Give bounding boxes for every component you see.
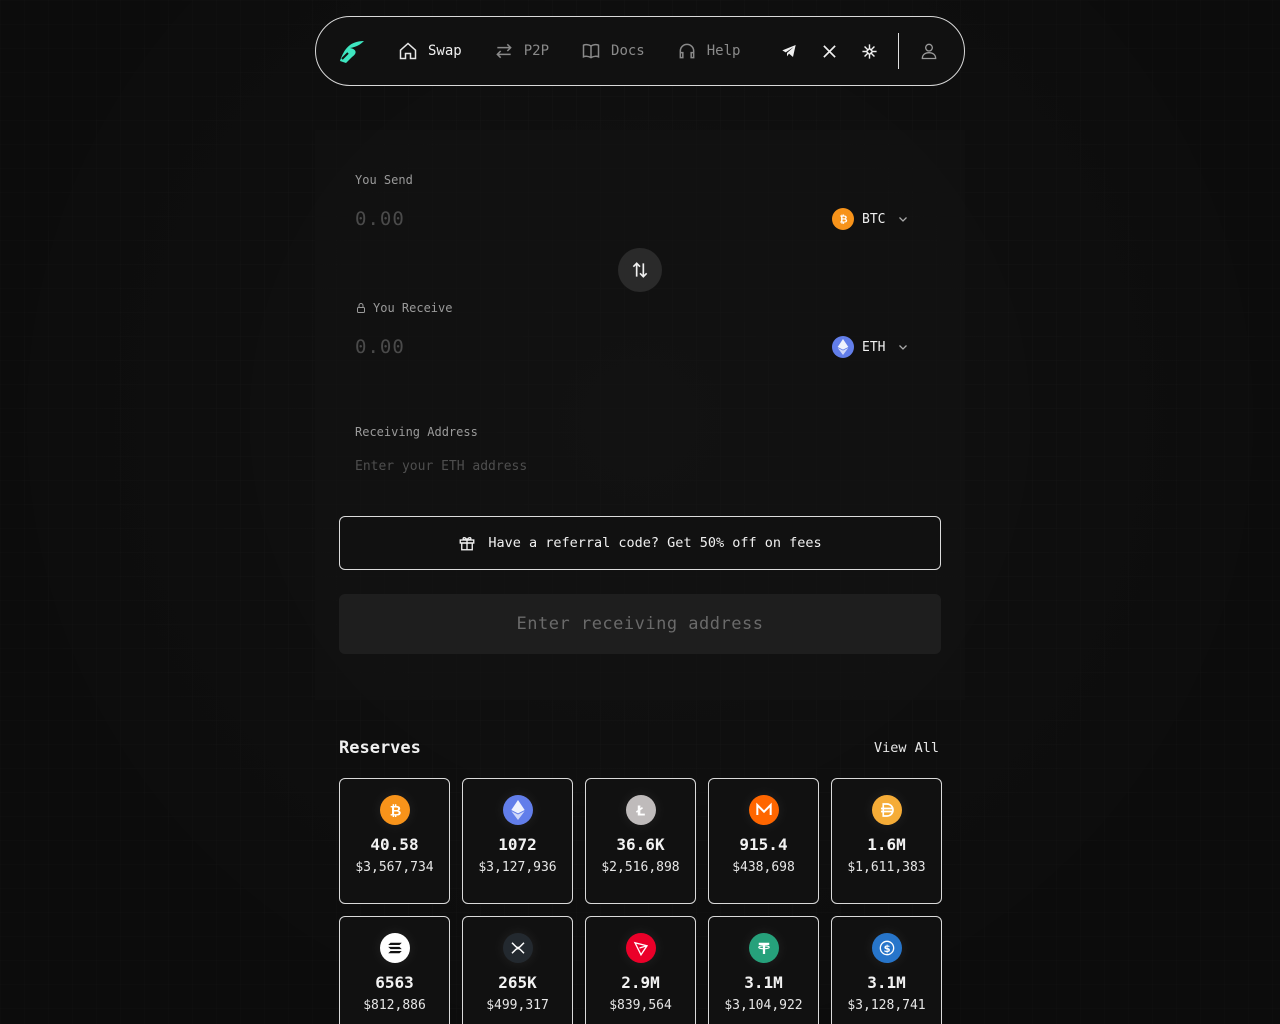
nav-item-help[interactable]: Help — [677, 41, 741, 61]
chevron-down-icon — [899, 345, 908, 350]
bitcoin-icon: ₿ — [379, 795, 410, 825]
reserve-card-xmr[interactable]: 915.4 $438,698 — [708, 778, 819, 904]
swap-direction-button[interactable] — [618, 248, 662, 292]
reserve-amount: 265K — [498, 973, 537, 992]
nav-item-label: Help — [706, 43, 741, 59]
svg-text:$: $ — [883, 944, 890, 955]
reserve-usd: $438,698 — [732, 860, 795, 875]
arrows-exchange-icon — [495, 43, 512, 59]
reserve-card-sol[interactable]: 6563 $812,886 — [339, 916, 450, 1024]
reserve-amount: 1072 — [498, 835, 537, 854]
reserve-usd: $839,564 — [609, 998, 672, 1013]
reserve-card-usdc[interactable]: $ 3.1M $3,128,741 — [831, 916, 942, 1024]
nav-item-swap[interactable]: Swap — [398, 41, 462, 61]
reserve-card-ltc[interactable]: Ł 36.6K $2,516,898 — [585, 778, 696, 904]
reserve-amount: 915.4 — [739, 835, 788, 854]
send-token-symbol: BTC — [862, 211, 886, 227]
reserve-usd: $3,104,922 — [724, 998, 803, 1013]
headset-icon — [679, 43, 695, 59]
nav-item-label: Swap — [428, 43, 462, 59]
user-icon[interactable] — [919, 41, 939, 61]
receiving-address-input[interactable] — [355, 455, 915, 477]
address-label: Receiving Address — [355, 425, 478, 439]
reserve-amount: 6563 — [375, 973, 414, 992]
receive-amount-output: 0.00 — [355, 336, 405, 358]
svg-text:₿: ₿ — [840, 215, 848, 226]
reserve-usd: $2,516,898 — [601, 860, 680, 875]
tron-icon — [625, 933, 656, 963]
reserve-card-usdt[interactable]: 3.1M $3,104,922 — [708, 916, 819, 1024]
chevron-down-icon — [899, 217, 908, 222]
nav-item-docs[interactable]: Docs — [581, 41, 645, 61]
reserve-amount: 2.9M — [621, 973, 660, 992]
reserve-card-dai[interactable]: 1.6M $1,611,383 — [831, 778, 942, 904]
reserve-amount: 40.58 — [370, 835, 419, 854]
ethereum-icon — [832, 336, 854, 358]
reserve-card-eth[interactable]: 1072 $3,127,936 — [462, 778, 573, 904]
litecoin-icon: Ł — [625, 795, 656, 825]
reserve-usd: $1,611,383 — [847, 860, 926, 875]
logo-icon[interactable] — [336, 35, 368, 67]
swap-arrows-icon — [632, 262, 648, 278]
reserve-card-btc[interactable]: ₿ 40.58 $3,567,734 — [339, 778, 450, 904]
lock-icon — [357, 303, 365, 313]
nav-item-p2p[interactable]: P2P — [494, 41, 549, 61]
monero-icon — [748, 795, 779, 825]
svg-text:Ł: Ł — [635, 803, 645, 819]
bitcoin-icon: ₿ — [832, 208, 854, 230]
nav-divider — [898, 33, 900, 69]
reserve-card-xrp[interactable]: 265K $499,317 — [462, 916, 573, 1024]
reserve-amount: 3.1M — [867, 973, 906, 992]
send-amount-input[interactable]: 0.00 — [355, 208, 405, 230]
ethereum-icon — [502, 795, 533, 825]
reserve-card-trx[interactable]: 2.9M $839,564 — [585, 916, 696, 1024]
book-icon — [582, 43, 600, 59]
solana-icon — [379, 933, 410, 963]
receive-label-row: You Receive — [355, 301, 452, 315]
submit-button[interactable]: Enter receiving address — [339, 594, 941, 654]
usdc-icon: $ — [871, 933, 902, 963]
receive-label: You Receive — [373, 301, 453, 315]
home-icon — [399, 42, 417, 60]
reserves-title: Reserves — [339, 738, 421, 758]
reserve-usd: $812,886 — [363, 998, 426, 1013]
dai-icon — [871, 795, 902, 825]
top-navbar: Swap P2P Docs Help — [315, 16, 965, 86]
reserve-amount: 1.6M — [867, 835, 906, 854]
reserves-grid: ₿ 40.58 $3,567,734 1072 $3,127,936 Ł 36.… — [339, 778, 942, 1024]
telegram-icon[interactable] — [780, 42, 798, 60]
xrp-icon — [502, 933, 533, 963]
send-token-selector[interactable]: ₿ BTC — [832, 208, 909, 230]
gift-icon — [459, 536, 475, 551]
reserve-amount: 3.1M — [744, 973, 783, 992]
reserve-usd: $3,567,734 — [355, 860, 434, 875]
receive-token-selector[interactable]: ETH — [832, 336, 909, 358]
referral-text: Have a referral code? Get 50% off on fee… — [488, 535, 822, 551]
nav-item-label: Docs — [611, 43, 645, 59]
reserve-usd: $3,128,741 — [847, 998, 926, 1013]
social-links — [780, 42, 878, 60]
send-label: You Send — [355, 173, 413, 187]
referral-button[interactable]: Have a referral code? Get 50% off on fee… — [339, 516, 941, 570]
x-icon[interactable] — [820, 42, 838, 60]
tether-icon — [748, 933, 779, 963]
reserve-amount: 36.6K — [616, 835, 665, 854]
snowflake-icon[interactable] — [860, 42, 878, 60]
view-all-link[interactable]: View All — [874, 740, 939, 756]
reserve-usd: $3,127,936 — [478, 860, 557, 875]
receive-token-symbol: ETH — [862, 339, 886, 355]
reserve-usd: $499,317 — [486, 998, 549, 1013]
svg-text:₿: ₿ — [389, 803, 401, 819]
nav-item-label: P2P — [523, 43, 550, 59]
